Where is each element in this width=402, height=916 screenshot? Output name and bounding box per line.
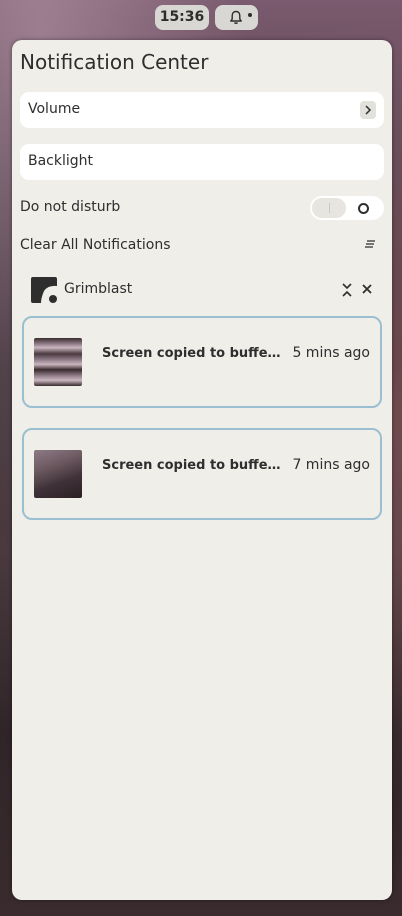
unread-dot bbox=[248, 13, 252, 17]
clear-all-icon[interactable] bbox=[364, 239, 376, 249]
notification-center-panel: Notification Center Volume Backlight Do … bbox=[12, 40, 392, 900]
clear-all-label[interactable]: Clear All Notifications bbox=[20, 237, 171, 253]
bell-icon bbox=[230, 10, 242, 25]
notification-group-header: Grimblast bbox=[30, 276, 376, 304]
notification-summary: Screen copied to buffer a... bbox=[102, 458, 286, 473]
close-icon[interactable] bbox=[362, 284, 372, 294]
chevron-right-icon bbox=[365, 105, 372, 115]
dnd-label: Do not disturb bbox=[20, 199, 121, 215]
grimblast-app-icon bbox=[31, 277, 57, 303]
panel-title: Notification Center bbox=[20, 50, 209, 74]
collapse-icon[interactable] bbox=[342, 283, 352, 297]
toggle-knob bbox=[358, 203, 369, 214]
backlight-label: Backlight bbox=[28, 153, 94, 169]
screenshot-thumbnail bbox=[34, 338, 82, 386]
backlight-row[interactable]: Backlight bbox=[20, 144, 384, 180]
app-name: Grimblast bbox=[64, 281, 133, 297]
notification-card[interactable]: Screen copied to buffer a... 7 mins ago bbox=[22, 428, 382, 520]
notification-card[interactable]: Screen copied to buffer a... 5 mins ago bbox=[22, 316, 382, 408]
volume-expand-button[interactable] bbox=[360, 101, 376, 119]
top-bar: 15:36 bbox=[0, 5, 402, 31]
notification-summary: Screen copied to buffer a... bbox=[102, 346, 286, 361]
notification-time: 7 mins ago bbox=[292, 457, 370, 473]
clock-widget[interactable]: 15:36 bbox=[155, 5, 209, 30]
volume-label: Volume bbox=[28, 101, 81, 117]
dnd-toggle[interactable] bbox=[310, 196, 384, 220]
notification-time: 5 mins ago bbox=[292, 345, 370, 361]
screenshot-thumbnail bbox=[34, 450, 82, 498]
volume-row[interactable]: Volume bbox=[20, 92, 384, 128]
notification-button[interactable] bbox=[215, 5, 258, 30]
